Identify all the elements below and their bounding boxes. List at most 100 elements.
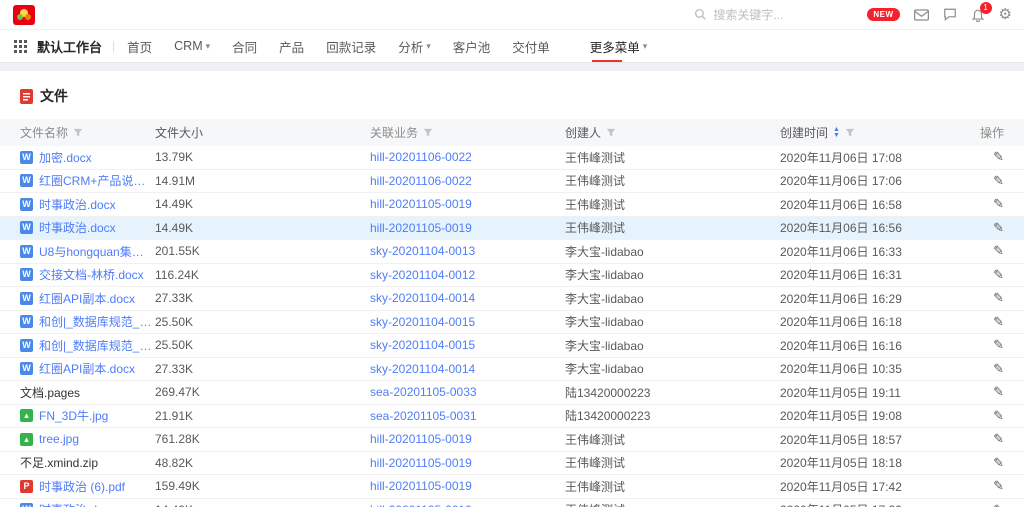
edit-icon[interactable]: ✎ (993, 337, 1004, 353)
related-business-link[interactable]: sea-20201105-0031 (370, 409, 477, 423)
filter-icon[interactable] (73, 128, 83, 138)
create-time: 2020年11月05日 18:57 (780, 431, 963, 448)
filter-icon[interactable] (423, 128, 433, 138)
creator-name: 王伟峰测试 (565, 196, 780, 213)
file-size: 25.50K (155, 315, 370, 329)
related-business-link[interactable]: sky-20201104-0015 (370, 338, 475, 352)
table-row: ▴ tree.jpg 761.28K hill-20201105-0019 王伟… (0, 428, 1024, 452)
file-name-link[interactable]: 时事政治 (6).pdf (39, 478, 125, 495)
related-business-link[interactable]: sky-20201104-0014 (370, 291, 475, 305)
edit-icon[interactable]: ✎ (993, 478, 1004, 494)
create-time: 2020年11月05日 18:18 (780, 454, 963, 471)
related-business-link[interactable]: hill-20201106-0022 (370, 174, 472, 188)
related-business-link[interactable]: sea-20201105-0033 (370, 385, 477, 399)
sort-icon[interactable]: ▲▼ (833, 127, 840, 139)
file-size: 13.79K (155, 150, 370, 164)
related-business-link[interactable]: hill-20201105-0019 (370, 221, 472, 235)
app-logo[interactable] (12, 4, 36, 26)
col-header-creator: 创建人 (565, 124, 601, 141)
create-time: 2020年11月06日 16:33 (780, 243, 963, 260)
file-size: 27.33K (155, 291, 370, 305)
file-name-link[interactable]: 红圈CRM+产品说明201901_前端... (39, 172, 155, 189)
edit-icon[interactable]: ✎ (993, 196, 1004, 212)
search-input[interactable] (713, 8, 853, 22)
creator-name: 王伟峰测试 (565, 478, 780, 495)
file-name-link[interactable]: 时事政治.docx (39, 219, 116, 236)
file-name-link[interactable]: FN_3D牛.jpg (39, 407, 108, 424)
table-row: W 时事政治.docx 14.49K hill-20201105-0019 王伟… (0, 499, 1024, 507)
related-business-link[interactable]: hill-20201105-0019 (370, 479, 472, 493)
related-business-link[interactable]: hill-20201105-0019 (370, 503, 472, 507)
nav-item[interactable]: 回款记录 (326, 30, 376, 62)
edit-icon[interactable]: ✎ (993, 361, 1004, 377)
create-time: 2020年11月06日 16:18 (780, 313, 963, 330)
nav-item[interactable]: 交付单 (512, 30, 550, 62)
mail-icon[interactable] (914, 9, 929, 21)
file-name-link[interactable]: 加密.docx (39, 149, 92, 166)
edit-icon[interactable]: ✎ (993, 243, 1004, 259)
edit-icon[interactable]: ✎ (993, 431, 1004, 447)
creator-name: 陆13420000223 (565, 384, 780, 401)
nav-item[interactable]: 合同 (232, 30, 257, 62)
nav-item[interactable]: 产品 (279, 30, 304, 62)
nav-item[interactable]: 客户池 (453, 30, 491, 62)
edit-icon[interactable]: ✎ (993, 220, 1004, 236)
related-business-link[interactable]: sky-20201104-0014 (370, 362, 475, 376)
apps-grid-icon[interactable] (14, 40, 27, 53)
file-name-link[interactable]: 和创|_数据库规范_20171124.doc (39, 313, 155, 330)
chat-icon[interactable] (943, 8, 957, 21)
edit-icon[interactable]: ✎ (993, 408, 1004, 424)
edit-icon[interactable]: ✎ (993, 290, 1004, 306)
related-business-link[interactable]: sky-20201104-0015 (370, 315, 475, 329)
nav-item[interactable]: 分析▾ (398, 30, 431, 62)
related-business-link[interactable]: sky-20201104-0013 (370, 244, 475, 258)
table-row: W 时事政治.docx 14.49K hill-20201105-0019 王伟… (0, 193, 1024, 217)
related-business-link[interactable]: hill-20201105-0019 (370, 197, 472, 211)
word-file-icon: W (20, 198, 33, 211)
word-file-icon: W (20, 268, 33, 281)
edit-icon[interactable]: ✎ (993, 455, 1004, 471)
related-business-link[interactable]: sky-20201104-0012 (370, 268, 475, 282)
file-size: 761.28K (155, 432, 370, 446)
settings-gear-icon[interactable]: ⚙ (999, 7, 1012, 22)
file-name-link[interactable]: 交接文档-林桥.docx (39, 266, 144, 283)
page-header: 文件 (0, 71, 1024, 119)
app-logo-icon (12, 4, 36, 26)
table-header: 文件名称 文件大小 关联业务 创建人 创建时间 (0, 119, 1024, 146)
create-time: 2020年11月06日 16:16 (780, 337, 963, 354)
word-file-icon: W (20, 339, 33, 352)
nav-item[interactable]: CRM▾ (174, 30, 210, 62)
word-file-icon: W (20, 151, 33, 164)
related-business-link[interactable]: hill-20201105-0019 (370, 456, 472, 470)
create-time: 2020年11月06日 10:35 (780, 360, 963, 377)
filter-icon[interactable] (606, 128, 616, 138)
global-search[interactable] (694, 8, 853, 22)
workspace-title[interactable]: 默认工作台 (37, 37, 102, 56)
file-name-link[interactable]: 时事政治.docx (39, 196, 116, 213)
notifications-bell-icon[interactable]: 1 (971, 8, 985, 22)
file-page-icon (20, 89, 33, 104)
create-time: 2020年11月06日 17:08 (780, 149, 963, 166)
file-size: 14.91M (155, 174, 370, 188)
edit-icon[interactable]: ✎ (993, 149, 1004, 165)
file-name-link[interactable]: tree.jpg (39, 432, 79, 446)
nav-item[interactable]: 更多菜单▾ (590, 30, 648, 62)
file-name-link[interactable]: 红圈API副本.docx (39, 290, 135, 307)
filter-icon[interactable] (845, 128, 855, 138)
file-name-link: 文档.pages (20, 384, 80, 401)
edit-icon[interactable]: ✎ (993, 267, 1004, 283)
related-business-link[interactable]: hill-20201106-0022 (370, 150, 472, 164)
edit-icon[interactable]: ✎ (993, 173, 1004, 189)
file-name-link[interactable]: 和创|_数据库规范_20171124.doc (39, 337, 155, 354)
related-business-link[interactable]: hill-20201105-0019 (370, 432, 472, 446)
file-size: 116.24K (155, 268, 370, 282)
file-name-link[interactable]: 红圈API副本.docx (39, 360, 135, 377)
nav-menu: 首页 CRM▾ 合同产品回款记录分析▾ 客户池交付单 更多菜单▾ (127, 30, 669, 62)
file-name-link[interactable]: U8与hongquan集成方案.docx (39, 243, 155, 260)
nav-item[interactable]: 首页 (127, 30, 152, 62)
file-name-link[interactable]: 时事政治.docx (39, 501, 116, 507)
table-row: W 和创|_数据库规范_20171124.doc 25.50K sky-2020… (0, 311, 1024, 335)
edit-icon[interactable]: ✎ (993, 502, 1004, 507)
edit-icon[interactable]: ✎ (993, 314, 1004, 330)
edit-icon[interactable]: ✎ (993, 384, 1004, 400)
